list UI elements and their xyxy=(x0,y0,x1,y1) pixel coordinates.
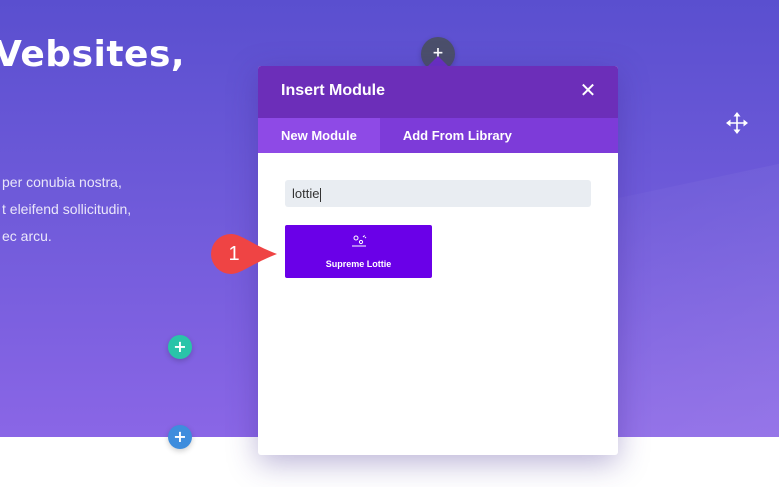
hero-line: ec arcu. xyxy=(2,228,52,244)
modal-tabs: New Module Add From Library xyxy=(258,118,618,153)
add-section-button[interactable]: + xyxy=(168,425,192,449)
module-label: Supreme Lottie xyxy=(325,259,392,269)
tab-add-from-library[interactable]: Add From Library xyxy=(380,118,535,153)
hero-heading: Vebsites, xyxy=(0,34,186,75)
hero-paragraph: per conubia nostra, t eleifend sollicitu… xyxy=(2,169,131,250)
close-icon[interactable]: ✕ xyxy=(578,80,598,100)
add-row-button[interactable]: + xyxy=(168,335,192,359)
lottie-icon xyxy=(352,235,367,247)
modal-header: Insert Module ✕ xyxy=(258,66,618,118)
text-caret xyxy=(320,187,322,202)
hero-line: t eleifend sollicitudin, xyxy=(2,201,132,217)
tab-new-module[interactable]: New Module xyxy=(258,118,380,153)
hero-line: per conubia nostra, xyxy=(2,174,122,190)
search-input-value: lottie xyxy=(292,186,320,201)
module-search-input[interactable]: lottie xyxy=(285,180,591,207)
step-number: 1 xyxy=(228,243,240,265)
modal-pointer xyxy=(428,56,448,66)
insert-module-dialog: Insert Module ✕ New Module Add From Libr… xyxy=(258,66,618,455)
move-icon[interactable] xyxy=(726,112,748,134)
module-result-supreme-lottie[interactable]: Supreme Lottie xyxy=(285,225,432,278)
modal-title: Insert Module xyxy=(281,82,386,99)
